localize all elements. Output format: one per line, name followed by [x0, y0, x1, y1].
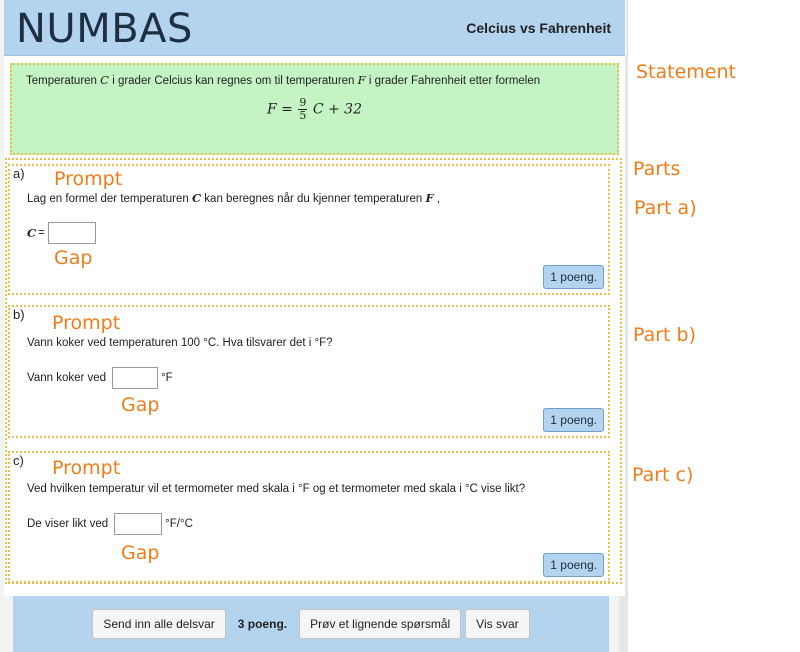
annotation-prompt: Prompt: [52, 312, 121, 334]
marks-badge: 1 poeng.: [543, 265, 604, 289]
prompt-fragment: kan beregnes når du kjenner temperaturen: [204, 193, 423, 205]
annotation-part-c: Part c): [632, 464, 694, 486]
part-letter: b): [13, 307, 25, 322]
formula-lhs: F =: [267, 101, 293, 118]
gap-input-a[interactable]: [47, 222, 96, 244]
total-score: 3 poeng.: [237, 617, 288, 631]
part-letter: c): [13, 453, 24, 468]
statement-text: Temperaturen C i grader Celcius kan regn…: [26, 73, 603, 87]
annotation-part-b: Part b): [633, 324, 697, 346]
show-answer-button[interactable]: Vis svar: [465, 609, 530, 639]
footer-bar: Send inn alle delsvar 3 poeng. Prøv et l…: [13, 596, 609, 652]
statement-fragment: i grader Fahrenheit etter formelen: [368, 75, 541, 87]
annotation-parts: Parts: [633, 158, 681, 180]
prompt-fragment: ,: [436, 193, 441, 205]
gap-suffix: °F: [161, 372, 173, 384]
gap-prefix: =: [38, 227, 45, 239]
annotation-prompt: Prompt: [52, 457, 121, 479]
math-var-c: C: [27, 226, 37, 240]
math-var-c: C: [191, 191, 202, 205]
gap-prefix: Vann koker ved: [27, 372, 107, 384]
statement-fragment: Temperaturen: [26, 75, 97, 87]
gap-prefix: De viser likt ved: [27, 518, 109, 530]
question-title: Celcius vs Fahrenheit: [466, 20, 611, 36]
part-letter: a): [13, 166, 25, 181]
math-var-f: F: [425, 191, 434, 205]
prompt-fragment: Lag en formel der temperaturen: [27, 193, 189, 205]
part-prompt: Vann koker ved temperaturen 100 °C. Hva …: [27, 337, 333, 349]
conversion-formula: F = 9 5 C + 32: [26, 97, 603, 122]
annotation-prompt: Prompt: [54, 168, 123, 190]
header-bar: NUMBAS Celcius vs Fahrenheit: [4, 0, 625, 56]
math-var-c: C: [100, 73, 109, 87]
marks-badge: 1 poeng.: [543, 553, 604, 577]
gap-suffix: °F/°C: [165, 518, 193, 530]
part-prompt: Ved hvilken temperatur vil et termometer…: [27, 483, 526, 495]
submit-all-button[interactable]: Send inn alle delsvar: [92, 609, 226, 639]
statement-box: Temperaturen C i grader Celcius kan regn…: [10, 63, 619, 155]
numbas-logo: NUMBAS: [16, 6, 193, 52]
try-similar-button[interactable]: Prøv et lignende spørsmål: [299, 609, 462, 639]
math-var-f: F: [357, 73, 366, 87]
annotation-gap: Gap: [54, 247, 93, 269]
part-prompt: Lag en formel der temperaturen C kan ber…: [27, 191, 440, 205]
gap-row: C =: [27, 222, 99, 244]
fraction-denominator: 5: [299, 109, 307, 122]
formula-fraction: 9 5: [298, 97, 308, 122]
annotation-statement: Statement: [636, 61, 736, 83]
gap-row: Vann koker ved °F: [27, 367, 173, 389]
annotation-part-a: Part a): [634, 197, 697, 219]
annotation-gap: Gap: [121, 542, 160, 564]
statement-fragment: i grader Celcius kan regnes om til tempe…: [112, 75, 355, 87]
annotation-gap: Gap: [121, 394, 160, 416]
gap-input-b[interactable]: [112, 367, 159, 389]
gap-input-c[interactable]: [114, 513, 163, 535]
formula-rhs: C + 32: [312, 101, 362, 118]
marks-badge: 1 poeng.: [543, 408, 604, 432]
gap-row: De viser likt ved °F/°C: [27, 513, 193, 535]
